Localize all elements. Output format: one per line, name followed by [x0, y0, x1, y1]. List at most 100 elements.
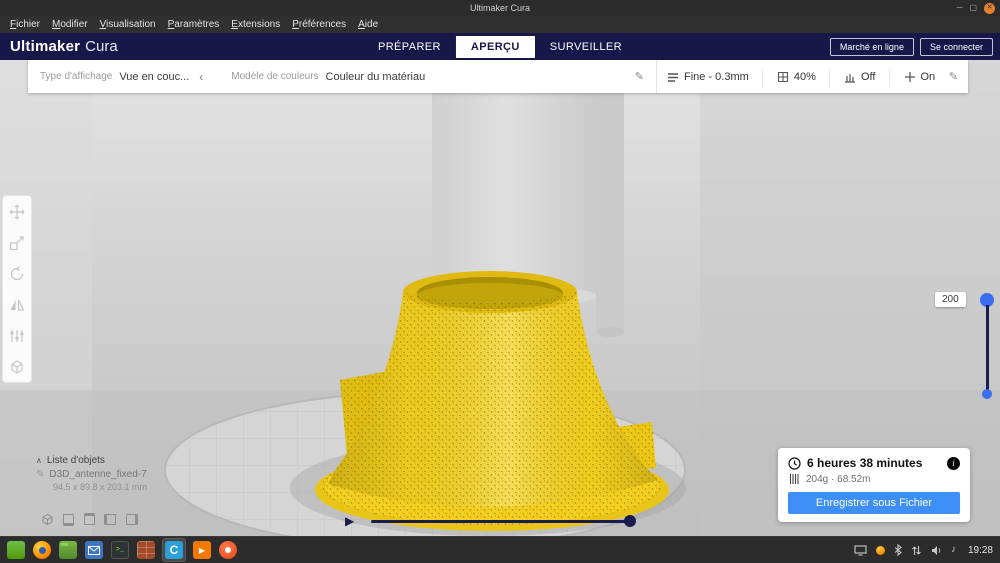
- music-app-icon[interactable]: [219, 541, 237, 559]
- view-3d-icon: [42, 513, 53, 526]
- view-left-icon: [104, 514, 116, 525]
- view-front-icon: [63, 514, 74, 526]
- menu-visualisation[interactable]: Visualisation: [94, 16, 162, 33]
- support-blocker-button[interactable]: [3, 351, 31, 382]
- layer-playback: ▶: [345, 513, 637, 529]
- mirror-tool-button[interactable]: [3, 289, 31, 320]
- object-list-toggle[interactable]: ∧ Liste d'objets: [36, 455, 147, 466]
- adhesion-setting[interactable]: On: [904, 71, 935, 83]
- save-to-file-button[interactable]: Enregistrer sous Fichier: [788, 492, 960, 514]
- material-estimate: 204g · 68.52m: [806, 473, 871, 485]
- mail-icon[interactable]: [85, 541, 103, 559]
- view-top-icon: [84, 513, 95, 525]
- menubar: Fichier Modifier Visualisation Paramètre…: [0, 16, 1000, 33]
- print-time-estimate: 6 heures 38 minutes: [807, 456, 923, 470]
- maximize-icon[interactable]: ▢: [969, 4, 977, 12]
- firefox-globe-icon: [38, 546, 46, 554]
- scale-tool-button[interactable]: [3, 227, 31, 258]
- profile-setting[interactable]: Fine - 0.3mm: [667, 71, 749, 83]
- tool-panel: [2, 195, 32, 383]
- network-icon[interactable]: [911, 545, 922, 556]
- play-icon[interactable]: ▶: [345, 514, 354, 528]
- move-tool-button[interactable]: [3, 196, 31, 227]
- firefox-icon[interactable]: [33, 541, 51, 559]
- view-left-button[interactable]: [103, 512, 118, 527]
- layer-slider-track[interactable]: [986, 305, 989, 391]
- cura-icon[interactable]: C: [165, 541, 183, 559]
- minimize-icon[interactable]: ─: [957, 4, 963, 12]
- view-toolbar: Type d'affichage Vue en couc... ‹ Modèle…: [28, 60, 968, 93]
- close-icon[interactable]: ✕: [984, 2, 995, 14]
- packages-icon[interactable]: [137, 541, 155, 559]
- move-icon: [9, 204, 25, 219]
- bluetooth-icon[interactable]: [894, 544, 902, 556]
- viewport: Type d'affichage Vue en couc... ‹ Modèle…: [0, 60, 1000, 536]
- display-type-dropdown[interactable]: Vue en couc...: [119, 71, 189, 83]
- view-right-icon: [126, 514, 138, 525]
- terminal-icon[interactable]: >_: [111, 541, 129, 559]
- color-scheme-label: Modèle de couleurs: [231, 71, 319, 82]
- support-setting[interactable]: Off: [844, 71, 875, 83]
- view-top-button[interactable]: [82, 512, 97, 527]
- taskbar-clock[interactable]: 19:28: [968, 545, 993, 556]
- media-player-icon[interactable]: ▶: [193, 541, 211, 559]
- files-icon[interactable]: [59, 541, 77, 559]
- window-title: Ultimaker Cura: [469, 3, 530, 13]
- rename-object-icon[interactable]: ✎: [36, 469, 44, 480]
- sign-in-button[interactable]: Se connecter: [919, 37, 993, 56]
- color-scheme-dropdown[interactable]: Couleur du matériau: [326, 71, 426, 83]
- os-taskbar: >_ C ▶ ♪ 19:28: [0, 536, 1000, 563]
- screen: Ultimaker Cura ─ ▢ ✕ Fichier Modifier Vi…: [0, 0, 1000, 563]
- tab-preview[interactable]: APERÇU: [455, 35, 535, 58]
- layer-height-icon: [668, 72, 678, 82]
- cura-logo: Ultimaker Cura: [10, 38, 118, 55]
- rotate-icon: [10, 265, 24, 280]
- tab-prepare[interactable]: PRÉPARER: [363, 36, 456, 58]
- app-header: Ultimaker Cura PRÉPARER APERÇU SURVEILLE…: [0, 33, 1000, 60]
- menu-extensions[interactable]: Extensions: [225, 16, 286, 33]
- os-titlebar: Ultimaker Cura ─ ▢ ✕: [0, 0, 1000, 16]
- view-right-button[interactable]: [124, 512, 139, 527]
- menu-fichier[interactable]: Fichier: [4, 16, 46, 33]
- music-note-icon[interactable]: ♪: [951, 545, 956, 555]
- info-icon[interactable]: i: [947, 456, 960, 470]
- firefox-tray-icon[interactable]: [875, 545, 885, 555]
- view-front-button[interactable]: [61, 512, 76, 527]
- menu-aide[interactable]: Aide: [352, 16, 384, 33]
- view-3d-button[interactable]: [40, 512, 55, 527]
- menu-modifier[interactable]: Modifier: [46, 16, 94, 33]
- menu-preferences[interactable]: Préférences: [286, 16, 352, 33]
- tab-monitor[interactable]: SURVEILLER: [535, 36, 637, 58]
- current-layer-badge: 200: [935, 292, 966, 307]
- infill-icon: [777, 71, 788, 82]
- edit-view-icon[interactable]: ✎: [635, 70, 644, 83]
- marketplace-button[interactable]: Marché en ligne: [829, 37, 914, 56]
- material-spool-icon: [789, 474, 799, 484]
- object-name[interactable]: D3D_antenne_fixed-7: [49, 469, 146, 480]
- launcher-icon[interactable]: [7, 541, 25, 559]
- per-model-settings-button[interactable]: [3, 320, 31, 351]
- playback-slider-handle[interactable]: [624, 514, 637, 527]
- menu-parametres[interactable]: Paramètres: [162, 16, 226, 33]
- print-settings-panel[interactable]: Fine - 0.3mm 40% Off On ✎: [656, 60, 968, 93]
- object-list-panel: ∧ Liste d'objets ✎ D3D_antenne_fixed-7 9…: [36, 455, 147, 492]
- per-model-settings-icon: [10, 329, 24, 342]
- infill-setting[interactable]: 40%: [777, 71, 816, 83]
- chevron-icon[interactable]: ‹: [199, 70, 203, 84]
- rotate-tool-button[interactable]: [3, 258, 31, 289]
- layer-slider: 200: [935, 292, 997, 402]
- display-icon[interactable]: [854, 544, 867, 556]
- playback-slider[interactable]: [371, 514, 637, 527]
- support-icon: [844, 73, 855, 83]
- print-summary-card: 6 heures 38 minutes i 204g · 68.52m Enre…: [778, 448, 970, 522]
- volume-icon[interactable]: [931, 545, 942, 556]
- active-app-highlight: C: [162, 538, 186, 562]
- layer-slider-bottom-handle[interactable]: [982, 389, 992, 399]
- mirror-icon: [10, 299, 25, 311]
- edit-settings-icon[interactable]: ✎: [949, 70, 958, 83]
- clock-icon: [788, 456, 801, 470]
- adhesion-icon: [904, 71, 915, 82]
- collapse-caret-icon: ∧: [36, 456, 42, 465]
- stage-tabs: PRÉPARER APERÇU SURVEILLER: [363, 33, 637, 60]
- display-type-label: Type d'affichage: [40, 71, 113, 82]
